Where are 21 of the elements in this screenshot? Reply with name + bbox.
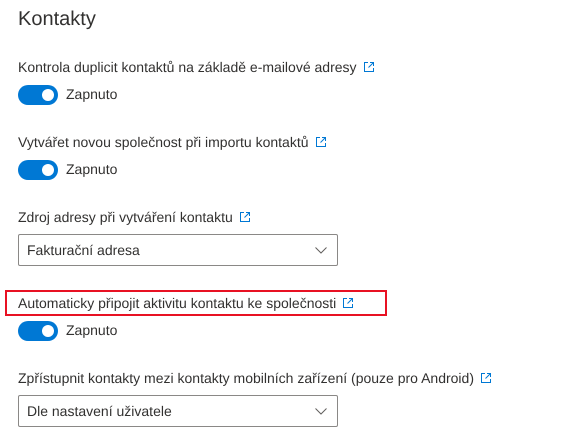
setting-label: Vytvářet novou společnost při importu kontaktů [18, 132, 309, 152]
toggle-switch[interactable] [18, 160, 58, 180]
chevron-down-icon [315, 408, 327, 414]
setting-label: Zdroj adresy při vytváření kontaktu [18, 208, 233, 227]
chevron-down-icon [315, 246, 327, 254]
external-link-icon[interactable] [314, 136, 327, 148]
external-link-icon[interactable] [362, 61, 375, 73]
toggle-state-text: Zapnuto [66, 85, 118, 104]
setting-label: Kontrola duplicit kontaktů na základě e-mailové adresy [18, 58, 357, 77]
page-title: Kontakty [18, 7, 97, 32]
toggle-state-text: Zapnuto [66, 321, 118, 340]
dropdown[interactable]: Dle nastavení uživatele [18, 395, 338, 427]
external-link-icon[interactable] [238, 211, 251, 223]
toggle-switch[interactable] [18, 320, 58, 340]
external-link-icon[interactable] [342, 297, 354, 309]
toggle-switch[interactable] [18, 84, 58, 104]
setting-label: Zpřístupnit kontakty mezi kontakty mobilních zařízení (pouze pro Android) [18, 368, 474, 388]
external-link-icon[interactable] [480, 372, 492, 384]
dropdown[interactable]: Fakturační adresa [18, 234, 338, 266]
setting-label: Automaticky připojit aktivitu kontaktu ke společnosti [18, 294, 336, 313]
toggle-state-text: Zapnuto [66, 160, 118, 179]
